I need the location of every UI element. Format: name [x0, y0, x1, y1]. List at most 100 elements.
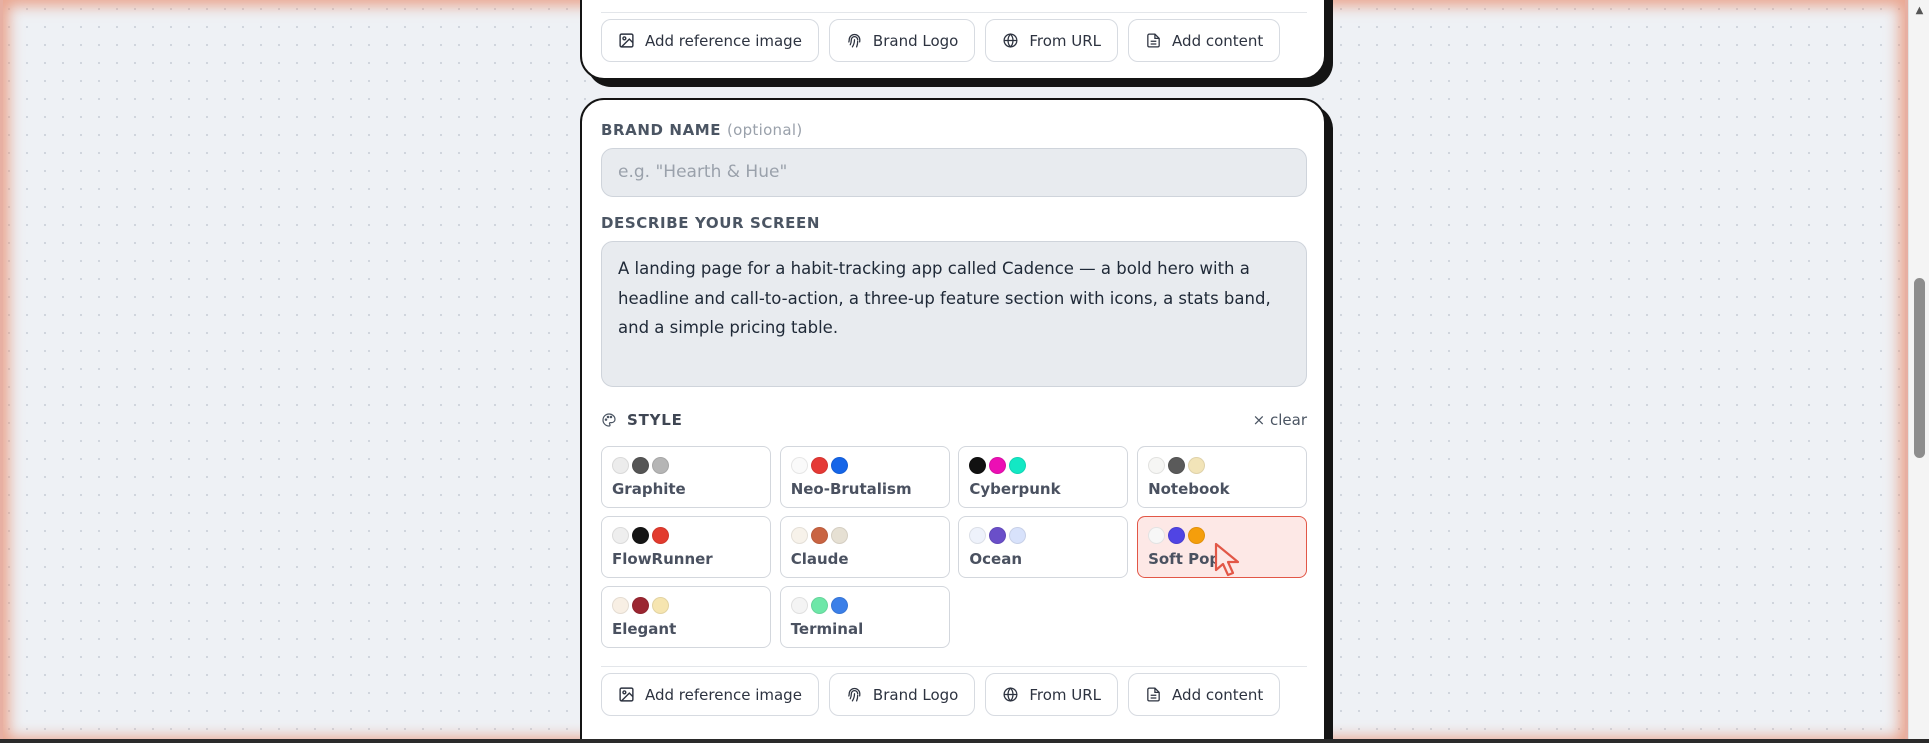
style-grid: Graphite Neo-Brutalism Cyberpunk Notebook Fl… [601, 446, 1308, 648]
brand-name-placeholder: e.g. "Hearth & Hue" [618, 162, 788, 182]
add-content-label: Add content [1172, 31, 1264, 50]
style-header: STYLE × clear [601, 410, 1307, 430]
divider [601, 666, 1307, 667]
image-icon [619, 687, 634, 702]
color-swatch [1188, 527, 1206, 544]
color-swatch [790, 457, 808, 474]
style-option-label: Notebook [1148, 480, 1230, 498]
vertical-scrollbar[interactable]: ▲ [1908, 0, 1929, 743]
clear-style-button[interactable]: × clear [1253, 411, 1307, 429]
color-swatches [790, 527, 939, 544]
color-swatch [1148, 527, 1166, 544]
style-title: STYLE [627, 411, 683, 429]
scrollbar-thumb[interactable] [1914, 278, 1925, 458]
add-content-button[interactable]: Add content [1128, 673, 1281, 716]
brand-logo-button[interactable]: Brand Logo [828, 673, 976, 716]
style-option-elegant[interactable]: Elegant [601, 586, 771, 648]
fingerprint-icon [848, 33, 861, 48]
scroll-up-arrow-icon[interactable]: ▲ [1909, 4, 1929, 18]
describe-screen-label: DESCRIBE YOUR SCREEN [601, 214, 820, 232]
add-content-button[interactable]: Add content [1128, 19, 1281, 62]
add-reference-image-button[interactable]: Add reference image [601, 673, 819, 716]
color-swatch [652, 457, 669, 474]
style-option-terminal[interactable]: Terminal [779, 586, 950, 648]
brand-name-label: BRAND NAME (optional) [601, 121, 802, 139]
color-swatch [1009, 527, 1027, 544]
color-swatch [632, 527, 649, 544]
brand-logo-label: Brand Logo [872, 31, 959, 50]
fingerprint-icon [848, 687, 861, 702]
color-swatches [612, 597, 760, 614]
brand-logo-button[interactable]: Brand Logo [828, 19, 976, 62]
add-content-label: Add content [1172, 685, 1264, 704]
from-url-button[interactable]: From URL [985, 673, 1119, 716]
globe-icon [1003, 33, 1018, 48]
style-option-label: Neo-Brutalism [790, 480, 912, 498]
style-option-label: Graphite [612, 480, 686, 498]
color-swatch [1009, 457, 1027, 474]
prompt-card: BRAND NAME (optional) e.g. "Hearth & Hue… [580, 98, 1326, 743]
color-swatches [790, 597, 939, 614]
style-option-label: FlowRunner [612, 550, 713, 568]
style-option-ocean[interactable]: Ocean [958, 516, 1129, 578]
image-icon [619, 33, 634, 48]
color-swatch [830, 597, 848, 614]
mouse-cursor-icon [1214, 542, 1240, 577]
color-swatches [612, 457, 760, 474]
color-swatch [830, 457, 848, 474]
color-swatches [790, 457, 939, 474]
add-reference-image-label: Add reference image [645, 31, 802, 50]
taskbar-edge [0, 739, 1929, 743]
color-swatch [810, 457, 828, 474]
style-option-label: Terminal [790, 620, 864, 638]
color-swatch [969, 527, 987, 544]
color-swatches [969, 527, 1117, 544]
from-url-button[interactable]: From URL [985, 19, 1119, 62]
style-option-label: Cyberpunk [969, 480, 1061, 498]
attachments-card: Add reference image Brand Logo From URL … [580, 0, 1326, 80]
style-option-claude[interactable]: Claude [779, 516, 950, 578]
document-icon [1147, 33, 1160, 48]
color-swatches [612, 527, 760, 544]
add-reference-image-button[interactable]: Add reference image [601, 19, 819, 62]
style-option-neo-brutalism[interactable]: Neo-Brutalism [779, 446, 950, 508]
globe-icon [1003, 687, 1018, 702]
style-option-cyberpunk[interactable]: Cyberpunk [958, 446, 1129, 508]
color-swatch [790, 527, 808, 544]
add-reference-image-label: Add reference image [645, 685, 802, 704]
color-swatch [652, 527, 669, 544]
color-swatch [810, 527, 828, 544]
color-swatch [830, 527, 848, 544]
style-option-graphite[interactable]: Graphite [601, 446, 771, 508]
color-swatch [1188, 457, 1206, 474]
color-swatches [969, 457, 1117, 474]
color-swatch [612, 597, 629, 614]
color-swatch [810, 597, 828, 614]
describe-screen-textarea[interactable]: A landing page for a habit-tracking app … [601, 241, 1307, 387]
style-option-notebook[interactable]: Notebook [1137, 446, 1308, 508]
color-swatch [612, 527, 629, 544]
brand-name-label-text: BRAND NAME [601, 121, 722, 139]
optional-hint: (optional) [726, 121, 803, 139]
palette-icon [602, 413, 616, 427]
color-swatch [989, 527, 1007, 544]
color-swatch [632, 457, 649, 474]
divider [601, 12, 1307, 13]
brand-name-input[interactable]: e.g. "Hearth & Hue" [601, 148, 1307, 197]
color-swatch [1168, 457, 1186, 474]
color-swatch [1168, 527, 1186, 544]
color-swatches [1148, 457, 1296, 474]
color-swatch [969, 457, 987, 474]
color-swatch [612, 457, 629, 474]
attachment-buttons: Add reference image Brand Logo From URL … [601, 673, 1281, 716]
color-swatch [790, 597, 808, 614]
style-option-label: Claude [790, 550, 849, 568]
color-swatch [989, 457, 1007, 474]
color-swatch [652, 597, 669, 614]
document-icon [1147, 687, 1160, 702]
brand-logo-label: Brand Logo [872, 685, 959, 704]
color-swatch [632, 597, 649, 614]
attachment-buttons-top: Add reference image Brand Logo From URL … [601, 19, 1281, 62]
style-option-flowrunner[interactable]: FlowRunner [601, 516, 771, 578]
from-url-label: From URL [1029, 685, 1102, 704]
